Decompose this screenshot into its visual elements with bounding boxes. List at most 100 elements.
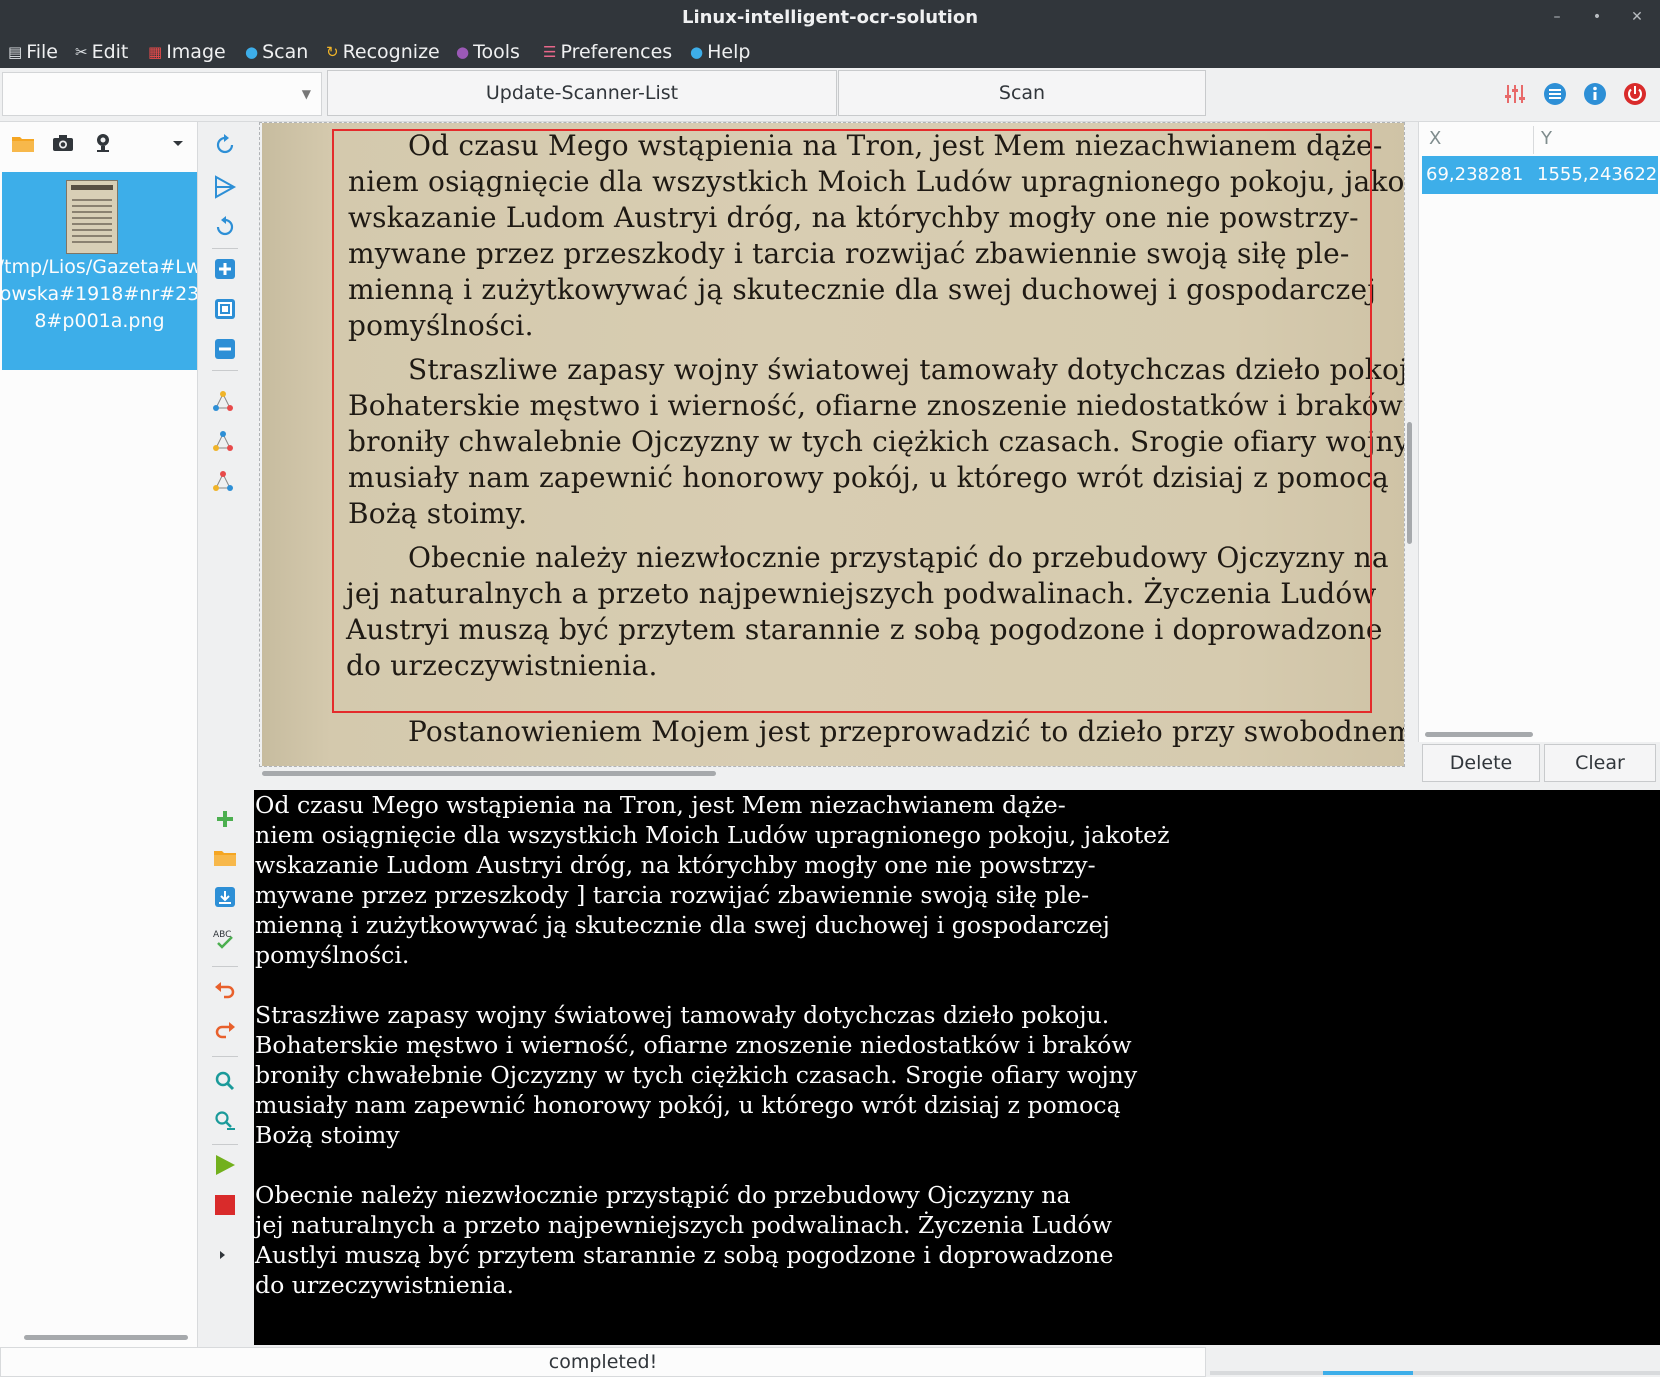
scanner-toolbar: ▼ Update-Scanner-List Scan	[0, 68, 1660, 122]
save-icon[interactable]	[212, 884, 238, 910]
find-replace-icon[interactable]	[212, 1108, 238, 1134]
search-icon[interactable]	[212, 1068, 238, 1094]
text-paragraph: Od czasu Mego wstąpienia na Tron, jest M…	[255, 790, 1660, 970]
help-icon: ●	[690, 43, 704, 61]
redo-icon[interactable]	[212, 1018, 238, 1044]
chevron-down-icon[interactable]	[165, 130, 191, 156]
camera-icon[interactable]	[50, 130, 76, 156]
menu-recognize-label: Recognize	[342, 41, 440, 63]
zoom-out-icon[interactable]	[212, 336, 238, 362]
menu-image[interactable]: ▦ Image	[148, 38, 226, 66]
scan-icon: ●	[245, 43, 259, 61]
recognize-icon: ↻	[326, 43, 339, 61]
maximize-icon[interactable]: •	[1584, 4, 1610, 30]
zoom-in-icon[interactable]	[212, 256, 238, 282]
update-scanner-list-button[interactable]: Update-Scanner-List	[327, 70, 837, 116]
file-list-item[interactable]: /tmp/Lios/Gazeta#Lwowska#1918#nr#238#p00…	[2, 172, 197, 370]
select-region-icon-3[interactable]	[212, 468, 238, 494]
text-line: Obecnie należy niezwłocznie przystąpić d…	[255, 1181, 1071, 1209]
menu-preferences[interactable]: ☰ Preferences	[543, 38, 672, 66]
text-line: Bożą stoimy	[255, 1121, 400, 1149]
close-icon[interactable]: ✕	[1624, 4, 1650, 30]
selection-rectangle[interactable]	[332, 129, 1372, 713]
text-line: Od czasu Mego wstąpienia na Tron, jest M…	[255, 791, 1066, 819]
text-paragraph: Straszłiwe zapasy wojny światowej tamowa…	[255, 1000, 1660, 1150]
svg-text:ABC: ABC	[213, 930, 231, 940]
coordinate-x-cell: 69,238281	[1426, 164, 1524, 185]
text-line: jej naturalnych a przeto najpewniejszych…	[255, 1211, 1112, 1239]
equalizer-icon[interactable]	[1503, 82, 1527, 106]
text-line: wskazanie Ludom Austryi dróg, na których…	[255, 851, 1096, 879]
flip-icon[interactable]	[212, 174, 238, 200]
file-name: /tmp/Lios/Gazeta#Lwowska#1918#nr#238#p00…	[2, 256, 197, 332]
text-line: Bohaterskie męstwo i wierność, ofiarne z…	[255, 1031, 1132, 1059]
image-vertical-scrollbar[interactable]	[1407, 422, 1412, 544]
menu-tools-label: Tools	[473, 41, 520, 63]
select-region-icon-2[interactable]	[212, 428, 238, 454]
menu-recognize[interactable]: ↻ Recognize	[326, 38, 440, 66]
ocr-text-editor[interactable]: Od czasu Mego wstąpienia na Tron, jest M…	[254, 790, 1660, 1345]
menu-edit[interactable]: ✂ Edit	[75, 38, 128, 66]
webcam-icon[interactable]	[90, 130, 116, 156]
image-view[interactable]: Od czasu Mego wstąpienia na Tron, jest M…	[259, 122, 1405, 767]
main-window: Linux-intelligent-ocr-solution – • ✕ ▤ Fi…	[0, 0, 1660, 1377]
column-header-x[interactable]: X	[1429, 128, 1441, 149]
image-horizontal-scrollbar[interactable]	[262, 771, 716, 776]
scanner-select[interactable]: ▼	[2, 72, 322, 116]
progress-bar	[1210, 1371, 1660, 1375]
menu-help-label: Help	[707, 41, 751, 63]
status-text: completed!	[0, 1347, 1206, 1377]
delete-button[interactable]: Delete	[1422, 744, 1540, 782]
scanned-page: Od czasu Mego wstąpienia na Tron, jest M…	[262, 123, 1404, 766]
menu-bar: ▤ File ✂ Edit ▦ Image ● Scan ↻ Recognize ● Too…	[0, 36, 1660, 68]
clear-button[interactable]: Clear	[1544, 744, 1656, 782]
rotate-left-icon[interactable]	[212, 214, 238, 240]
menu-file-label: File	[26, 41, 58, 63]
file-list-toolbar	[0, 122, 198, 166]
text-line: musiały nam zapewnić honorowy pokój, u k…	[255, 1091, 1121, 1119]
menu-scan[interactable]: ● Scan	[245, 38, 308, 66]
undo-icon[interactable]	[212, 978, 238, 1004]
edit-icon: ✂	[75, 43, 88, 61]
status-bar: completed!	[0, 1347, 1660, 1377]
coordinates-table: X Y 69,238281 1555,243622	[1418, 122, 1660, 742]
text-line: Straszłiwe zapasy wojny światowej tamowa…	[255, 1001, 1110, 1029]
spellcheck-icon[interactable]: ABC	[212, 926, 238, 952]
thumbnail-header	[71, 185, 113, 190]
table-row[interactable]: 69,238281 1555,243622	[1422, 156, 1658, 194]
open-folder-icon[interactable]	[212, 844, 238, 870]
add-icon[interactable]	[212, 806, 238, 832]
tools-icon: ●	[456, 43, 470, 61]
image-icon: ▦	[148, 43, 163, 61]
file-icon: ▤	[8, 43, 23, 61]
zoom-fit-icon[interactable]	[212, 296, 238, 322]
column-header-y[interactable]: Y	[1541, 128, 1552, 149]
folder-icon[interactable]	[10, 130, 36, 156]
file-list-scrollbar[interactable]	[24, 1335, 188, 1340]
menu-file[interactable]: ▤ File	[8, 38, 58, 66]
progress-fill	[1323, 1371, 1413, 1375]
scan-button[interactable]: Scan	[838, 70, 1206, 116]
menu-preferences-label: Preferences	[560, 41, 673, 63]
chevron-down-icon: ▼	[301, 87, 311, 101]
preferences-icon: ☰	[543, 43, 557, 61]
minimize-icon[interactable]: –	[1544, 4, 1570, 30]
rotate-right-icon[interactable]	[212, 132, 238, 158]
info-icon[interactable]	[1583, 82, 1607, 106]
coordinates-scrollbar[interactable]	[1425, 732, 1533, 737]
menu-tools[interactable]: ● Tools	[456, 38, 520, 66]
text-line: mywane przez przeszkody ] tarcia rozwija…	[255, 881, 1090, 909]
text-line: mienną i zużytkowywać ją skutecznie dla …	[255, 911, 1110, 939]
stop-icon[interactable]	[212, 1192, 238, 1218]
text-line: broniły chwałebnie Ojczyzny w tych ciężk…	[255, 1061, 1138, 1089]
list-icon[interactable]	[1543, 82, 1567, 106]
window-title: Linux-intelligent-ocr-solution	[681, 7, 979, 28]
play-icon[interactable]	[212, 1152, 238, 1178]
power-icon[interactable]	[1623, 82, 1647, 106]
menu-image-label: Image	[166, 41, 226, 63]
chevron-right-icon[interactable]	[216, 1248, 230, 1262]
menu-help[interactable]: ● Help	[690, 38, 750, 66]
text-line: pomyślności.	[255, 941, 410, 969]
text-line: Austlyi muszą być przytem starannie z so…	[255, 1241, 1114, 1269]
select-region-icon[interactable]	[212, 388, 238, 414]
